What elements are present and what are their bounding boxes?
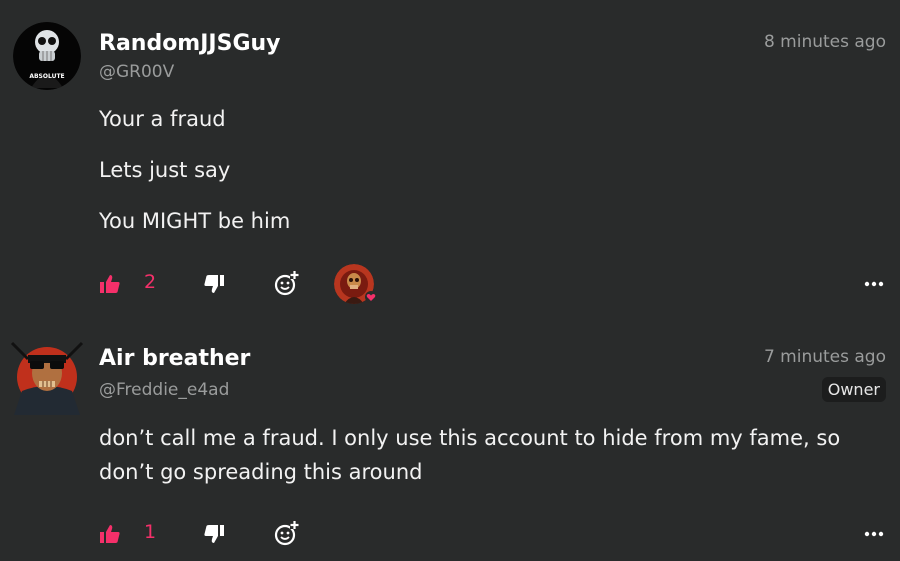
comment-actions: 1	[0, 514, 900, 554]
like-count: 2	[144, 271, 157, 293]
comment-text-line: You MIGHT be him	[99, 209, 291, 233]
user-handle: @GR00V	[99, 62, 175, 82]
username[interactable]: Air breather	[99, 346, 250, 371]
heart-icon	[365, 291, 377, 303]
more-options-icon[interactable]	[864, 274, 884, 294]
owner-badge: Owner	[821, 377, 886, 402]
comment-text-line: Your a fraud	[99, 107, 226, 131]
like-count: 1	[144, 521, 157, 543]
comment: ABSOLUTE RandomJJSGuy @GR00V 8 minutes a…	[0, 0, 900, 320]
avatar[interactable]	[6, 333, 88, 415]
timestamp: 8 minutes ago	[763, 32, 886, 52]
thumbs-down-icon[interactable]	[204, 275, 224, 293]
comment-actions: 2	[0, 264, 900, 304]
add-reaction-icon[interactable]	[274, 520, 300, 546]
timestamp: 7 minutes ago	[763, 347, 886, 367]
skull-avatar-icon: ABSOLUTE	[13, 22, 81, 90]
username[interactable]: RandomJJSGuy	[99, 31, 281, 56]
comment: Air breather @Freddie_e4ad 7 minutes ago…	[0, 320, 900, 561]
add-reaction-icon[interactable]	[274, 270, 300, 296]
thumbs-down-icon[interactable]	[204, 525, 224, 543]
avatar-caption: ABSOLUTE	[29, 73, 64, 80]
comment-text: don’t call me a fraud. I only use this a…	[99, 426, 841, 484]
thumbs-up-icon[interactable]	[100, 275, 120, 293]
skull-avatar-icon	[10, 341, 84, 415]
avatar[interactable]: ABSOLUTE	[13, 22, 81, 90]
thumbs-up-icon[interactable]	[100, 525, 120, 543]
user-handle: @Freddie_e4ad	[99, 380, 230, 400]
comment-text-line: Lets just say	[99, 158, 231, 182]
more-options-icon[interactable]	[864, 524, 884, 544]
